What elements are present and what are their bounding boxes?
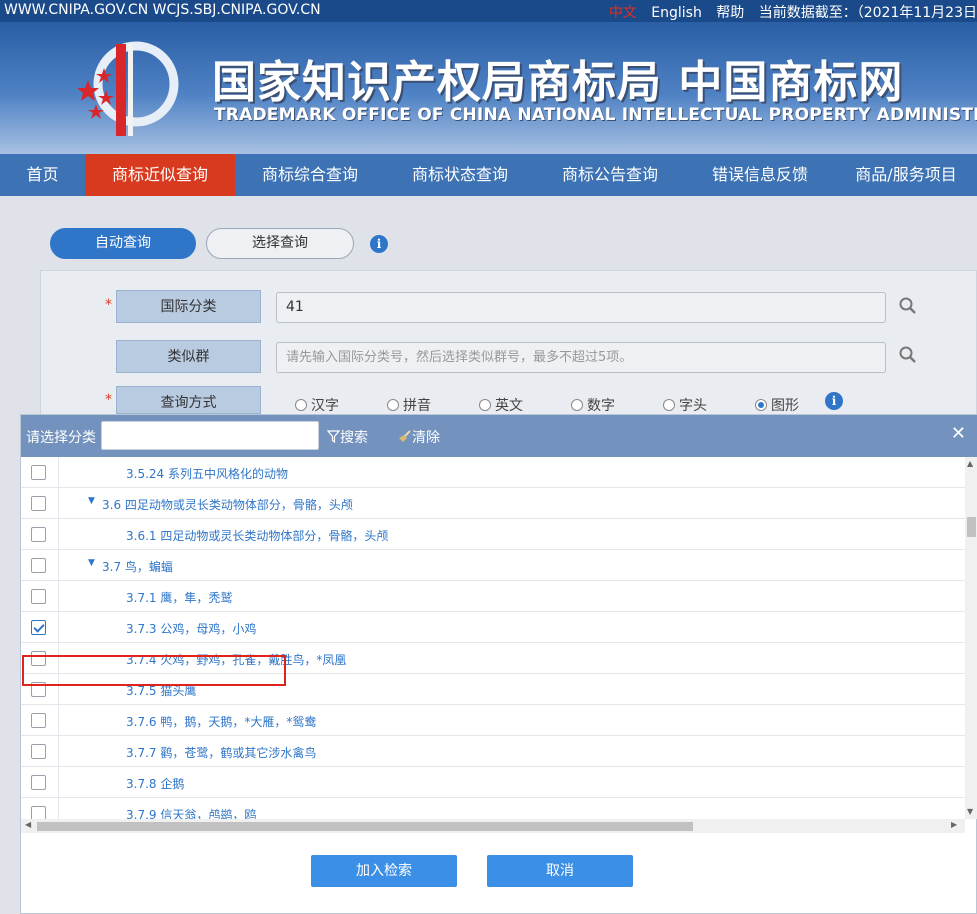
site-domains: WWW.CNIPA.GOV.CN WCJS.SBJ.CNIPA.GOV.CN (4, 2, 321, 18)
lang-chinese-link[interactable]: 中文 (609, 5, 637, 21)
search-button[interactable]: 搜索 (326, 427, 368, 447)
search-icon[interactable] (899, 297, 917, 315)
add-to-search-button[interactable]: 加入检索 (311, 855, 457, 887)
search-icon[interactable] (899, 346, 917, 364)
scroll-down-icon[interactable]: ▼ (967, 807, 973, 816)
horizontal-scrollbar[interactable]: ◀ ▶ (21, 819, 965, 833)
category-filter-input[interactable] (101, 421, 319, 450)
radio-pinyin[interactable]: 拼音 (387, 395, 431, 415)
required-mark: * (105, 297, 112, 313)
nav-item-home[interactable]: 首页 (0, 154, 85, 196)
info-icon[interactable]: i (370, 235, 388, 253)
list-item[interactable]: 3.6.1 四足动物或灵长类动物体部分，骨骼，头颅 (21, 519, 965, 550)
cnipa-logo-icon (77, 41, 179, 136)
query-mode-label: 查询方式 (116, 386, 261, 414)
nav-item-error-feedback[interactable]: 错误信息反馈 (685, 154, 835, 196)
top-bar-links: 中文 English 帮助 当前数据截至：（2021年11月23日 (599, 2, 977, 22)
row-checkbox[interactable] (31, 713, 46, 728)
category-select-modal: 请选择分类 搜索 清除 ✕ 3.5.24 系列五中风格化的动物 ▼ 3.6 四足… (20, 414, 977, 914)
similar-group-input[interactable]: 请先输入国际分类号，然后选择类似群号，最多不超过5项。 (276, 342, 886, 373)
radio-english[interactable]: 英文 (479, 395, 523, 415)
list-item[interactable]: 3.5.24 系列五中风格化的动物 (21, 457, 965, 488)
radio-number[interactable]: 数字 (571, 395, 615, 415)
filter-icon (326, 430, 341, 444)
close-icon[interactable]: ✕ (951, 423, 966, 444)
required-mark: * (105, 392, 112, 408)
info-icon[interactable]: i (825, 392, 843, 410)
nav-item-similar-search[interactable]: 商标近似查询 (85, 154, 235, 196)
selection-highlight-box (22, 655, 286, 686)
list-item[interactable]: 3.7.7 鹳，苍鹭，鹤或其它涉水禽鸟 (21, 736, 965, 767)
tab-select-search[interactable]: 选择查询 (206, 228, 354, 259)
row-checkbox[interactable] (31, 465, 46, 480)
scroll-right-icon[interactable]: ▶ (951, 820, 957, 829)
row-checkbox-checked[interactable] (31, 620, 46, 635)
intl-class-label: 国际分类 (116, 290, 261, 323)
row-checkbox[interactable] (31, 496, 46, 511)
radio-initial[interactable]: 字头 (663, 395, 707, 415)
list-item[interactable]: 3.7.6 鸭，鹅，天鹅，*大雁，*鸳鸯 (21, 705, 965, 736)
site-title-english: TRADEMARK OFFICE OF CHINA NATIONAL INTEL… (214, 105, 977, 125)
top-bar: WWW.CNIPA.GOV.CN WCJS.SBJ.CNIPA.GOV.CN 中… (0, 0, 977, 22)
vertical-scrollbar[interactable]: ▲ ▼ (965, 457, 977, 819)
clear-button[interactable]: 清除 (397, 427, 440, 447)
nav-item-announcement-search[interactable]: 商标公告查询 (535, 154, 685, 196)
data-date: 当前数据截至：（2021年11月23日 (758, 5, 977, 21)
radio-hanzi[interactable]: 汉字 (295, 395, 339, 415)
scrollbar-thumb[interactable] (37, 822, 693, 831)
expand-triangle-icon[interactable]: ▼ (88, 558, 95, 568)
row-checkbox[interactable] (31, 806, 46, 819)
row-checkbox[interactable] (31, 558, 46, 573)
row-checkbox[interactable] (31, 527, 46, 542)
site-header: 国家知识产权局商标局 中国商标网 TRADEMARK OFFICE OF CHI… (0, 22, 977, 154)
row-checkbox[interactable] (31, 775, 46, 790)
list-item[interactable]: ▼ 3.6 四足动物或灵长类动物体部分，骨骼，头颅 (21, 488, 965, 519)
help-link[interactable]: 帮助 (716, 5, 744, 21)
scroll-left-icon[interactable]: ◀ (25, 820, 31, 829)
similar-group-label: 类似群 (116, 340, 261, 373)
radio-graphic[interactable]: 图形 (755, 395, 799, 415)
nav-item-comprehensive-search[interactable]: 商标综合查询 (235, 154, 385, 196)
expand-triangle-icon[interactable]: ▼ (88, 496, 95, 506)
site-title-chinese: 国家知识产权局商标局 中国商标网 (212, 57, 904, 108)
list-item-selected[interactable]: 3.7.3 公鸡，母鸡，小鸡 (21, 612, 965, 643)
row-checkbox[interactable] (31, 744, 46, 759)
list-item[interactable]: 3.7.9 信天翁，鸬鹚，鸥 (21, 798, 965, 819)
intl-class-input[interactable]: 41 (276, 292, 886, 323)
tab-auto-search[interactable]: 自动查询 (50, 228, 196, 259)
scrollbar-thumb[interactable] (967, 517, 976, 537)
list-item[interactable]: 3.7.8 企鹅 (21, 767, 965, 798)
list-item[interactable]: ▼ 3.7 鸟，蝙蝠 (21, 550, 965, 581)
scroll-up-icon[interactable]: ▲ (967, 459, 973, 468)
list-item[interactable]: 3.7.1 鹰，隼，秃鹫 (21, 581, 965, 612)
category-list: 3.5.24 系列五中风格化的动物 ▼ 3.6 四足动物或灵长类动物体部分，骨骼… (21, 457, 965, 819)
cancel-button[interactable]: 取消 (487, 855, 633, 887)
nav-item-goods-services[interactable]: 商品/服务项目 (835, 154, 977, 196)
main-nav: 首页 商标近似查询 商标综合查询 商标状态查询 商标公告查询 错误信息反馈 商品… (0, 154, 977, 196)
nav-item-status-search[interactable]: 商标状态查询 (385, 154, 535, 196)
lang-english-link[interactable]: English (651, 5, 702, 21)
modal-header: 请选择分类 搜索 清除 ✕ (21, 415, 977, 457)
broom-icon (399, 430, 411, 442)
modal-title: 请选择分类 (26, 430, 96, 446)
row-checkbox[interactable] (31, 589, 46, 604)
